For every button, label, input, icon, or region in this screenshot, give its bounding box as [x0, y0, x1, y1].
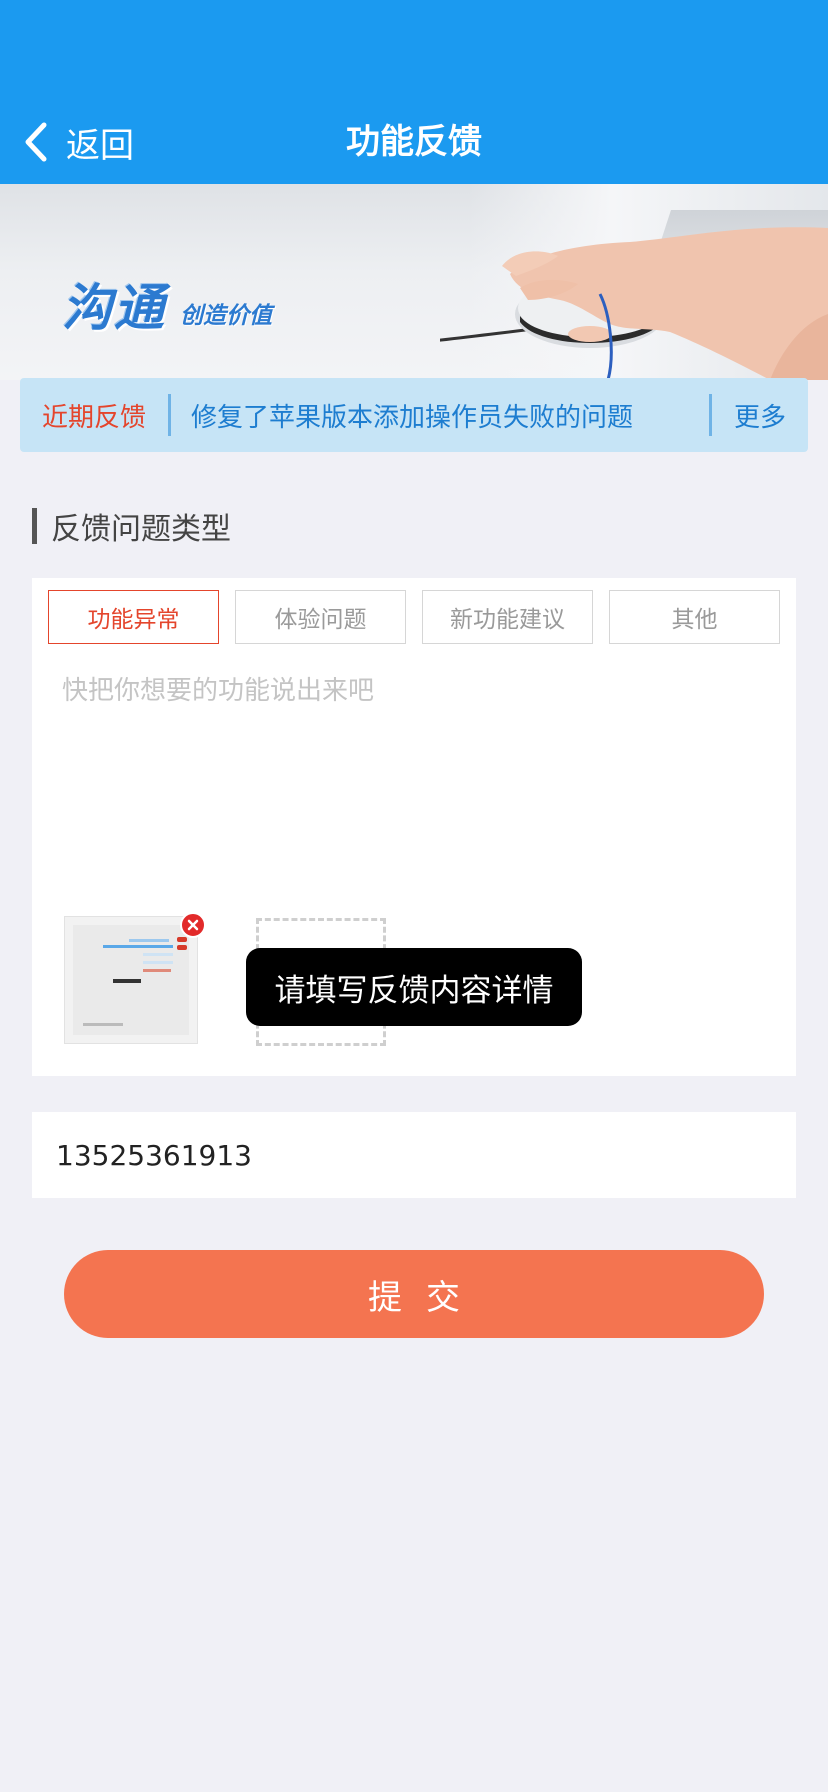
submit-button[interactable]: 提交 — [64, 1250, 764, 1338]
attached-image-thumbnail[interactable] — [64, 916, 198, 1044]
feedback-type-group: 功能异常 体验问题 新功能建议 其他 — [48, 590, 780, 644]
more-button[interactable]: 更多 — [712, 397, 808, 434]
toast-message: 请填写反馈内容详情 — [246, 948, 582, 1026]
back-label: 返回 — [66, 125, 134, 166]
chevron-left-icon — [25, 122, 47, 162]
close-circle-icon[interactable] — [180, 912, 206, 938]
section-title: 反馈问题类型 — [32, 506, 231, 547]
type-button-function-error[interactable]: 功能异常 — [48, 590, 219, 644]
hand-mouse-illustration — [440, 227, 828, 380]
banner-slogan-main: 沟通 — [62, 279, 166, 337]
back-button[interactable]: 返回 — [22, 118, 134, 166]
recent-feedback-bar: 近期反馈 修复了苹果版本添加操作员失败的问题 更多 — [20, 378, 808, 452]
banner-image: 沟通 创造价值 — [0, 184, 828, 380]
recent-feedback-label: 近期反馈 — [41, 402, 146, 433]
section-marker — [32, 508, 37, 544]
type-button-other[interactable]: 其他 — [609, 590, 780, 644]
phone-input[interactable] — [56, 1112, 772, 1198]
type-button-experience[interactable]: 体验问题 — [235, 590, 406, 644]
type-button-new-feature[interactable]: 新功能建议 — [422, 590, 593, 644]
nav-header: 返回 功能反馈 — [0, 0, 828, 184]
banner-slogan-sub: 创造价值 — [180, 303, 272, 329]
feedback-description-input[interactable] — [62, 670, 766, 870]
phone-field-container — [32, 1112, 796, 1198]
section-title-label: 反馈问题类型 — [51, 512, 231, 547]
recent-feedback-text[interactable]: 修复了苹果版本添加操作员失败的问题 — [171, 397, 709, 434]
